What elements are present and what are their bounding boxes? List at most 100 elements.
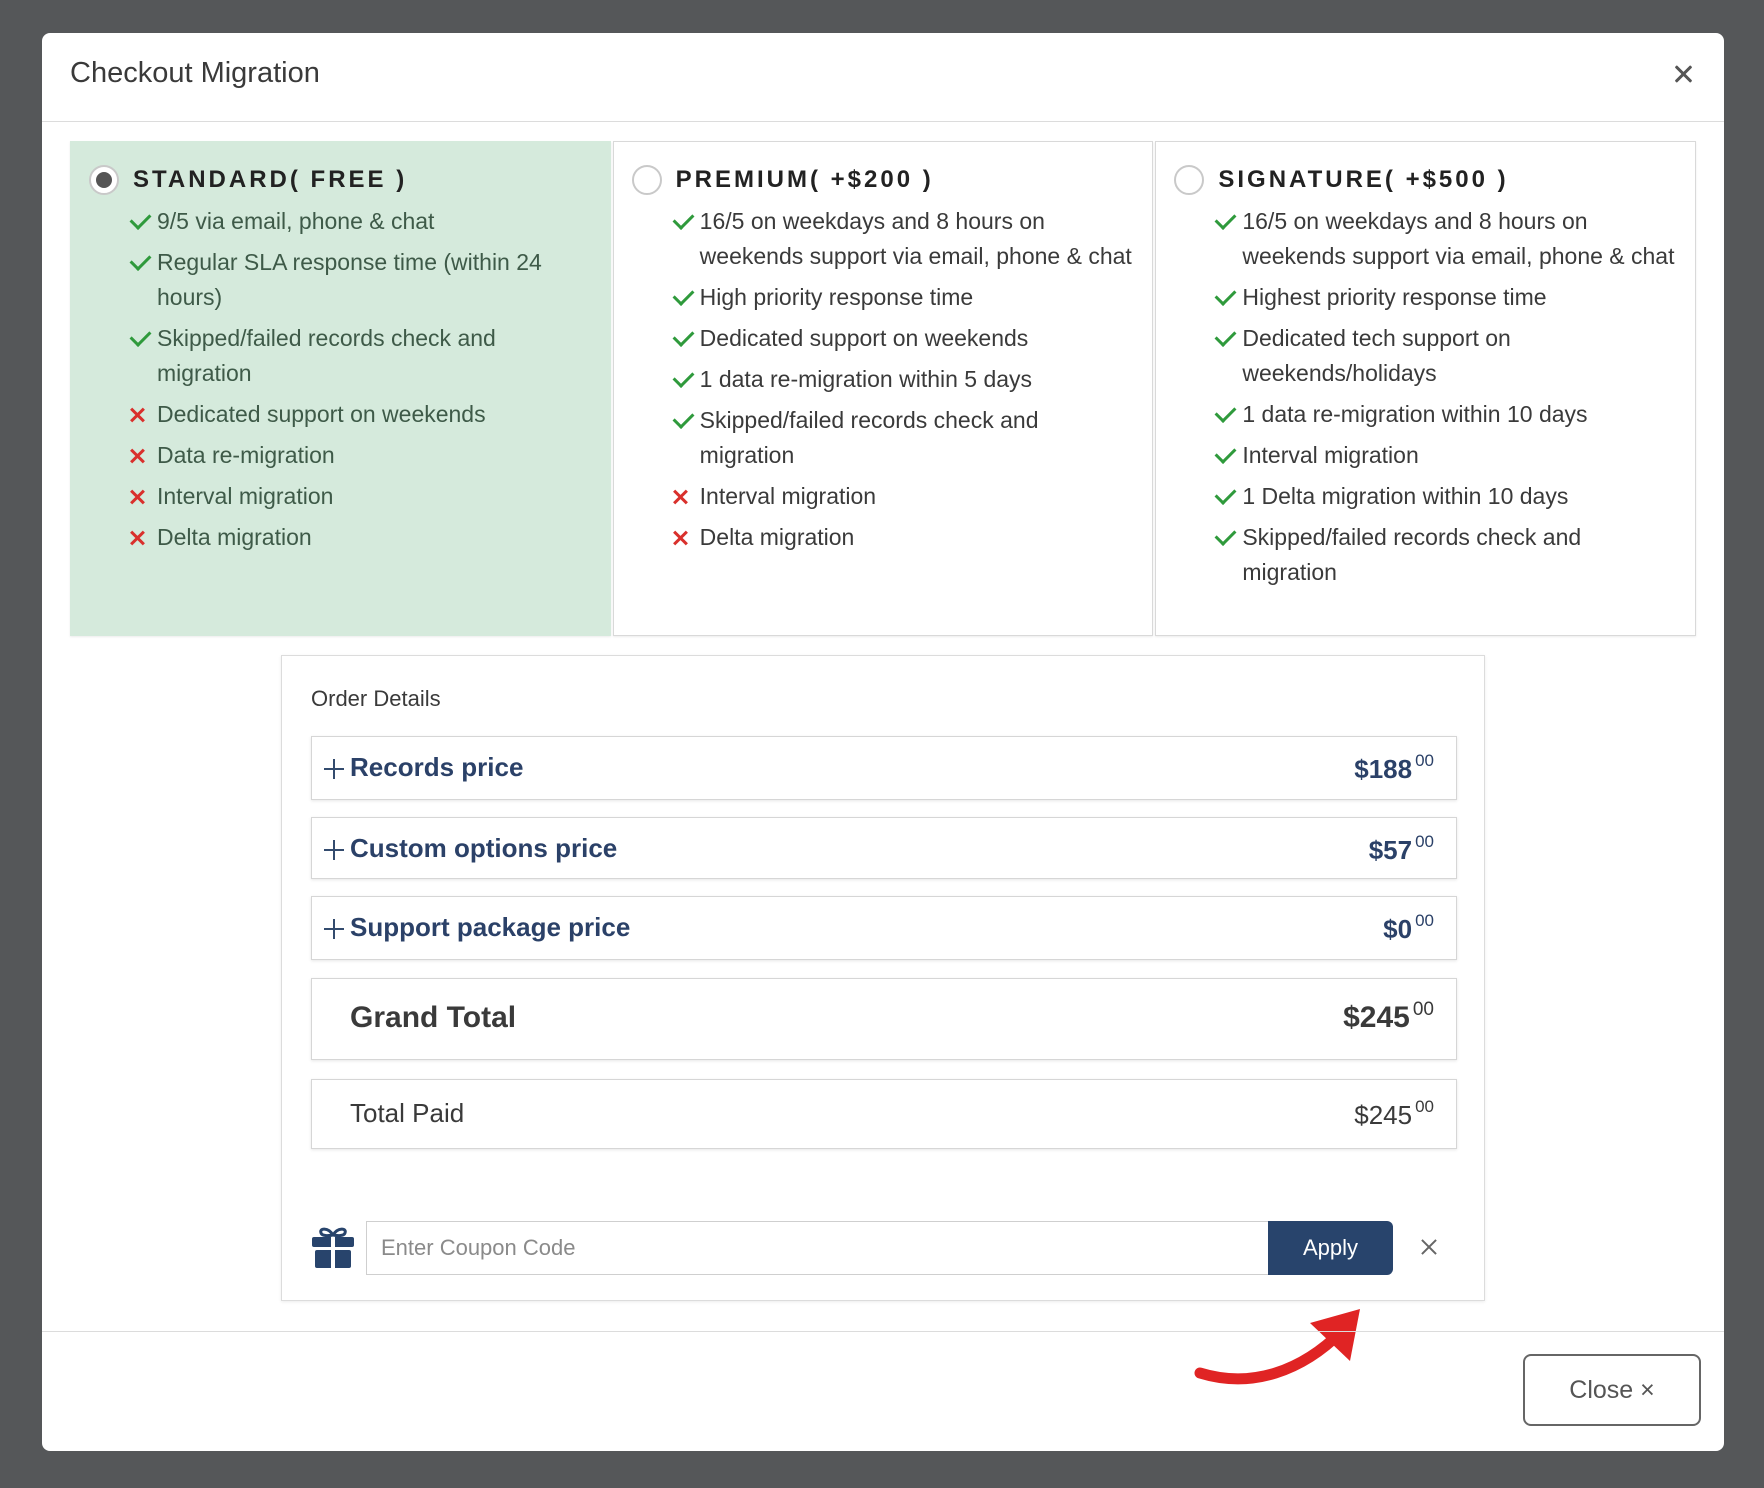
checkout-modal: Checkout Migration STANDARD( FREE ) 9/5 v… — [42, 33, 1724, 1451]
plus-icon[interactable] — [324, 919, 344, 939]
plan-radio[interactable] — [632, 165, 662, 195]
feature-item: Highest priority response time — [1212, 280, 1675, 315]
modal-footer: Close × — [42, 1331, 1724, 1451]
check-icon — [1212, 280, 1242, 315]
modal-title: Checkout Migration — [70, 57, 320, 90]
feature-item: 16/5 on weekdays and 8 hours on weekends… — [1212, 204, 1675, 274]
feature-item: Interval migration — [127, 479, 590, 514]
check-icon — [127, 321, 157, 356]
support-package-price-label: Support package price — [350, 912, 630, 943]
total-paid-value: $24500 — [1354, 1097, 1434, 1131]
plan-features: 16/5 on weekdays and 8 hours on weekends… — [1156, 204, 1695, 590]
records-price-value: $18800 — [1354, 751, 1434, 785]
cross-icon — [670, 520, 700, 555]
support-package-price-value: $000 — [1383, 911, 1434, 945]
check-icon — [1212, 397, 1242, 432]
custom-options-price-label: Custom options price — [350, 833, 617, 864]
plan-name: STANDARD( FREE ) — [133, 166, 407, 194]
check-icon — [670, 280, 700, 315]
feature-item: Delta migration — [127, 520, 590, 555]
plus-icon[interactable] — [324, 759, 344, 779]
feature-item: Dedicated support on weekends — [670, 321, 1133, 356]
feature-item: Skipped/failed records check and migrati… — [127, 321, 590, 391]
feature-item: Skipped/failed records check and migrati… — [1212, 520, 1675, 590]
records-price-row[interactable]: Records price $18800 — [311, 736, 1457, 800]
feature-text: Delta migration — [700, 520, 1133, 555]
check-icon — [670, 321, 700, 356]
check-icon — [1212, 438, 1242, 473]
feature-text: 16/5 on weekdays and 8 hours on weekends… — [700, 204, 1133, 274]
feature-text: Interval migration — [157, 479, 590, 514]
feature-text: Delta migration — [157, 520, 590, 555]
grand-total-value: $24500 — [1343, 999, 1434, 1035]
feature-text: Interval migration — [1242, 438, 1675, 473]
plan-card[interactable]: SIGNATURE( +$500 ) 16/5 on weekdays and 8… — [1155, 141, 1696, 636]
gift-icon — [311, 1225, 355, 1269]
plan-radio[interactable] — [89, 165, 119, 195]
feature-text: Dedicated tech support on weekends/holid… — [1242, 321, 1675, 391]
support-package-price-row[interactable]: Support package price $000 — [311, 896, 1457, 960]
clear-coupon-icon[interactable] — [1418, 1236, 1440, 1258]
feature-item: Dedicated tech support on weekends/holid… — [1212, 321, 1675, 391]
feature-item: 16/5 on weekdays and 8 hours on weekends… — [670, 204, 1133, 274]
feature-item: 9/5 via email, phone & chat — [127, 204, 590, 239]
records-price-label: Records price — [350, 752, 523, 783]
cross-icon — [127, 397, 157, 432]
custom-options-price-row[interactable]: Custom options price $5700 — [311, 817, 1457, 879]
feature-text: Data re-migration — [157, 438, 590, 473]
plan-header: SIGNATURE( +$500 ) — [1156, 162, 1695, 198]
apply-coupon-button[interactable]: Apply — [1268, 1221, 1393, 1275]
plan-radio[interactable] — [1174, 165, 1204, 195]
plan-features: 9/5 via email, phone & chat Regular SLA r… — [71, 204, 610, 555]
check-icon — [670, 362, 700, 397]
feature-text: Interval migration — [700, 479, 1133, 514]
feature-item: High priority response time — [670, 280, 1133, 315]
check-icon — [1212, 520, 1242, 555]
grand-total-label: Grand Total — [350, 1001, 516, 1035]
feature-text: 1 Delta migration within 10 days — [1242, 479, 1675, 514]
feature-item: 1 data re-migration within 5 days — [670, 362, 1133, 397]
feature-item: Interval migration — [670, 479, 1133, 514]
check-icon — [1212, 204, 1242, 239]
feature-text: 1 data re-migration within 5 days — [700, 362, 1133, 397]
feature-text: Dedicated support on weekends — [700, 321, 1133, 356]
feature-item: 1 Delta migration within 10 days — [1212, 479, 1675, 514]
cross-icon — [127, 479, 157, 514]
feature-text: Skipped/failed records check and migrati… — [700, 403, 1133, 473]
plan-selector: STANDARD( FREE ) 9/5 via email, phone & c… — [70, 141, 1696, 636]
modal-header: Checkout Migration — [42, 33, 1724, 122]
feature-text: Skipped/failed records check and migrati… — [1242, 520, 1675, 590]
cross-icon — [127, 520, 157, 555]
plan-card[interactable]: PREMIUM( +$200 ) 16/5 on weekdays and 8 h… — [613, 141, 1154, 636]
feature-text: High priority response time — [700, 280, 1133, 315]
order-details-panel: Order Details Records price $18800 Custo… — [281, 655, 1485, 1301]
check-icon — [1212, 321, 1242, 356]
coupon-code-input[interactable] — [366, 1221, 1269, 1275]
feature-text: 1 data re-migration within 10 days — [1242, 397, 1675, 432]
close-button[interactable]: Close × — [1523, 1354, 1701, 1426]
feature-item: Regular SLA response time (within 24 hou… — [127, 245, 590, 315]
grand-total-row: Grand Total $24500 — [311, 978, 1457, 1060]
cross-icon — [670, 479, 700, 514]
feature-text: Highest priority response time — [1242, 280, 1675, 315]
feature-text: 16/5 on weekdays and 8 hours on weekends… — [1242, 204, 1675, 274]
plan-name: SIGNATURE( +$500 ) — [1218, 166, 1508, 194]
close-icon[interactable] — [1668, 59, 1698, 89]
plan-header: PREMIUM( +$200 ) — [614, 162, 1153, 198]
feature-text: 9/5 via email, phone & chat — [157, 204, 590, 239]
plan-name: PREMIUM( +$200 ) — [676, 166, 934, 194]
check-icon — [670, 403, 700, 438]
feature-item: Interval migration — [1212, 438, 1675, 473]
plan-header: STANDARD( FREE ) — [71, 162, 610, 198]
feature-item: Skipped/failed records check and migrati… — [670, 403, 1133, 473]
total-paid-label: Total Paid — [350, 1098, 464, 1129]
plan-features: 16/5 on weekdays and 8 hours on weekends… — [614, 204, 1153, 555]
total-paid-row: Total Paid $24500 — [311, 1079, 1457, 1149]
custom-options-price-value: $5700 — [1369, 832, 1434, 866]
order-details-title: Order Details — [311, 686, 441, 712]
plus-icon[interactable] — [324, 840, 344, 860]
plan-card[interactable]: STANDARD( FREE ) 9/5 via email, phone & c… — [70, 141, 611, 636]
check-icon — [670, 204, 700, 239]
check-icon — [1212, 479, 1242, 514]
feature-text: Regular SLA response time (within 24 hou… — [157, 245, 590, 315]
